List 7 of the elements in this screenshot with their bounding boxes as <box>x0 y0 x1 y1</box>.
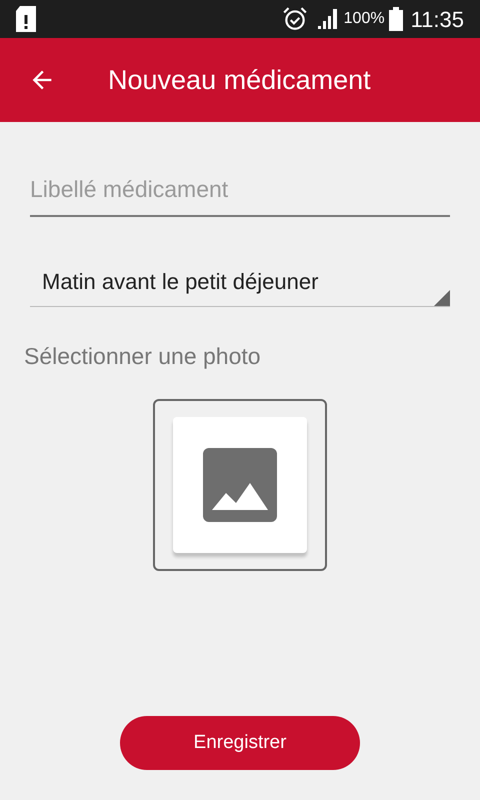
clock-time: 11:35 <box>410 6 464 34</box>
name-input-field[interactable]: Libellé médicament <box>30 172 450 216</box>
screen-title: Nouveau médicament <box>108 64 371 97</box>
moment-dropdown[interactable]: Matin avant le petit déjeuner <box>30 264 450 306</box>
photo-label: Sélectionner une photo <box>24 342 262 371</box>
save-button[interactable]: Enregistrer <box>120 716 360 770</box>
battery-percent: 100% <box>344 9 385 29</box>
